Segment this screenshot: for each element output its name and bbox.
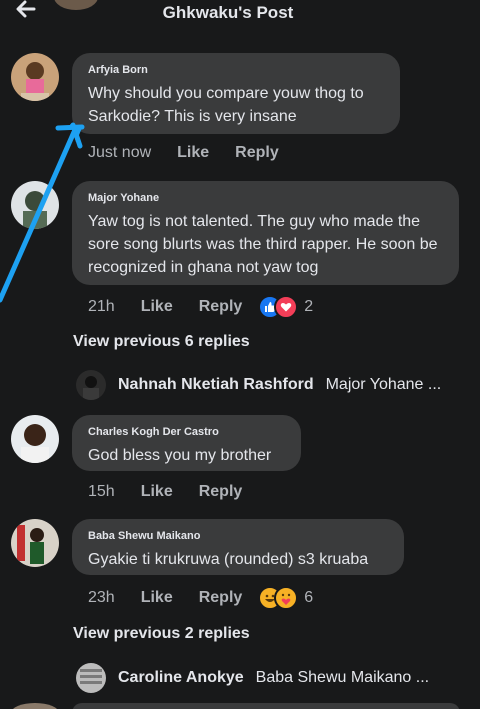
comment-actions: 15h Like Reply [88, 483, 242, 501]
reply-button[interactable]: Reply [235, 144, 279, 162]
reply-snippet: Baba Shewu Maikano ... [255, 669, 430, 686]
comment-text: Gyakie ti krukruwa (rounded) s3 kruaba [88, 551, 369, 568]
comment-text: God bless you my brother [88, 447, 272, 464]
comment-time[interactable]: 15h [88, 483, 115, 501]
like-button[interactable]: Like [141, 298, 173, 316]
avatar[interactable] [11, 181, 59, 229]
comment-bubble[interactable]: Major Yohane Yaw tog is not talented. Th… [72, 181, 459, 285]
page-title: Ghkwaku's Post [162, 3, 294, 22]
reaction-count: 2 [304, 298, 314, 315]
comment-text: Yaw tog is not talented. The guy who mad… [88, 213, 438, 276]
reaction-summary[interactable]: 2 [258, 295, 313, 319]
comment-time[interactable]: 23h [88, 589, 115, 607]
comment-time[interactable]: 21h [88, 298, 115, 316]
comment-author[interactable]: Baba Shewu Maikano [88, 530, 388, 542]
comment-text: Why should you compare youw thog to Sark… [88, 85, 364, 125]
comment-author[interactable]: Charles Kogh Der Castro [88, 426, 285, 438]
reply-preview[interactable]: Caroline Anokye Baba Shewu Maikano ... [76, 663, 429, 693]
avatar[interactable] [76, 370, 106, 400]
comment-author[interactable]: Arfyia Born [88, 64, 384, 76]
reply-button[interactable]: Reply [199, 589, 243, 607]
avatar[interactable] [11, 703, 59, 709]
comment-bubble[interactable]: Charles Kogh Der Castro God bless you my… [72, 415, 301, 471]
comment-time[interactable]: Just now [88, 144, 151, 162]
comment-bubble[interactable]: Baba Shewu Maikano Gyakie ti krukruwa (r… [72, 519, 404, 575]
avatar[interactable] [11, 415, 59, 463]
post-header: Ghkwaku's Post [0, 0, 480, 30]
comment-actions: 23h Like Reply 6 [88, 586, 313, 610]
avatar[interactable] [11, 519, 59, 567]
comment-actions: 21h Like Reply 2 [88, 295, 313, 319]
love-reaction-icon [274, 295, 299, 319]
like-button[interactable]: Like [177, 144, 209, 162]
view-previous-replies-link[interactable]: View previous 2 replies [73, 625, 250, 643]
comment-actions: Just now Like Reply [88, 144, 279, 162]
care-reaction-icon [274, 586, 299, 610]
reaction-summary[interactable]: 6 [258, 586, 313, 610]
avatar[interactable] [11, 53, 59, 101]
reply-author[interactable]: Caroline Anokye [118, 669, 244, 687]
comment-bubble[interactable] [72, 703, 460, 709]
comment-author[interactable]: Major Yohane [88, 192, 443, 204]
reply-preview[interactable]: Nahnah Nketiah Rashford Major Yohane ... [76, 370, 441, 400]
reply-author[interactable]: Nahnah Nketiah Rashford [118, 376, 314, 394]
reply-snippet: Major Yohane ... [325, 376, 442, 393]
like-button[interactable]: Like [141, 483, 173, 501]
view-previous-replies-link[interactable]: View previous 6 replies [73, 333, 250, 351]
reply-button[interactable]: Reply [199, 298, 243, 316]
like-button[interactable]: Like [141, 589, 173, 607]
reply-button[interactable]: Reply [199, 483, 243, 501]
comment-bubble[interactable]: Arfyia Born Why should you compare youw … [72, 53, 400, 134]
reaction-count: 6 [304, 589, 314, 606]
avatar[interactable] [76, 663, 106, 693]
